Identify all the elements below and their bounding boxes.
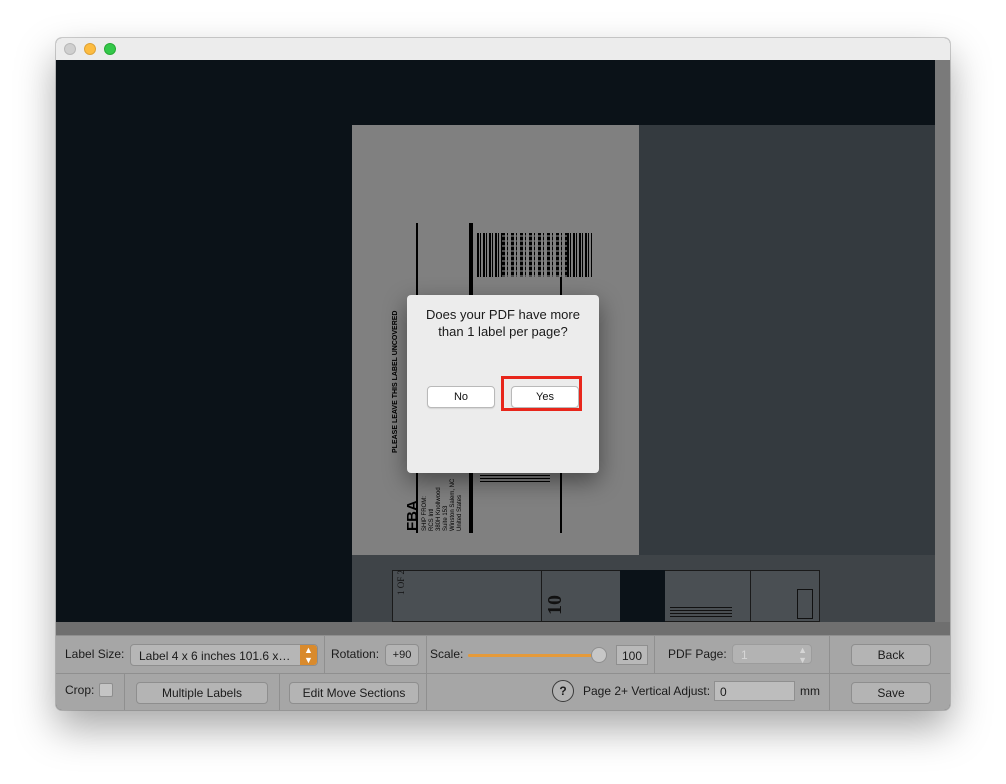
no-button[interactable]: No — [427, 386, 495, 408]
scale-slider-thumb[interactable] — [591, 647, 607, 663]
vertical-adjust-input[interactable]: 0 — [714, 681, 795, 701]
rotation-button[interactable]: +90 — [385, 644, 419, 666]
select-stepper-icon: ▲ ▼ — [300, 645, 317, 665]
app-window: PLEASE LEAVE THIS LABEL UNCOVERED FBA SH… — [56, 38, 950, 710]
pdf-page-value: 1 — [741, 648, 748, 662]
help-button[interactable]: ? — [552, 680, 574, 702]
minimize-window-button[interactable] — [84, 43, 96, 55]
crop-label: Crop: — [65, 683, 95, 697]
toolbar-divider — [426, 635, 427, 710]
title-bar — [56, 38, 950, 61]
yes-button-highlight — [501, 376, 582, 411]
vertical-adjust-label: Page 2+ Vertical Adjust: — [583, 684, 711, 698]
toolbar-divider — [654, 635, 655, 673]
pdf-page-select[interactable]: 1 ▲ ▼ — [732, 644, 812, 665]
bottom-toolbar: Label Size: Label 4 x 6 inches 101.6 x… … — [56, 635, 950, 710]
pdf-page-label: PDF Page: — [668, 647, 727, 661]
toolbar-top-border — [56, 635, 950, 636]
toolbar-divider — [829, 635, 830, 710]
crop-checkbox[interactable] — [99, 683, 113, 697]
save-button[interactable]: Save — [851, 682, 931, 704]
label-size-value: Label 4 x 6 inches 101.6 x… — [139, 649, 291, 663]
label-size-select[interactable]: Label 4 x 6 inches 101.6 x… ▲ ▼ — [130, 644, 318, 666]
toolbar-divider — [279, 673, 280, 710]
rotation-label: Rotation: — [331, 647, 380, 661]
edit-move-sections-button[interactable]: Edit Move Sections — [289, 682, 419, 704]
vertical-adjust-unit: mm — [800, 684, 820, 698]
toolbar-divider — [124, 673, 125, 710]
scale-label: Scale: — [430, 647, 464, 661]
multiple-labels-button[interactable]: Multiple Labels — [136, 682, 268, 704]
scale-input[interactable]: 100 — [616, 645, 648, 665]
toolbar-divider — [324, 635, 325, 673]
zoom-window-button[interactable] — [104, 43, 116, 55]
label-size-label: Label Size: — [65, 647, 125, 661]
pdf-page-stepper-icon: ▲ ▼ — [798, 645, 807, 665]
scale-slider-track[interactable] — [468, 654, 600, 657]
back-button[interactable]: Back — [851, 644, 931, 666]
dialog-message: Does your PDF have more than 1 label per… — [426, 307, 580, 339]
close-window-button[interactable] — [64, 43, 76, 55]
toolbar-row-divider — [56, 673, 950, 674]
